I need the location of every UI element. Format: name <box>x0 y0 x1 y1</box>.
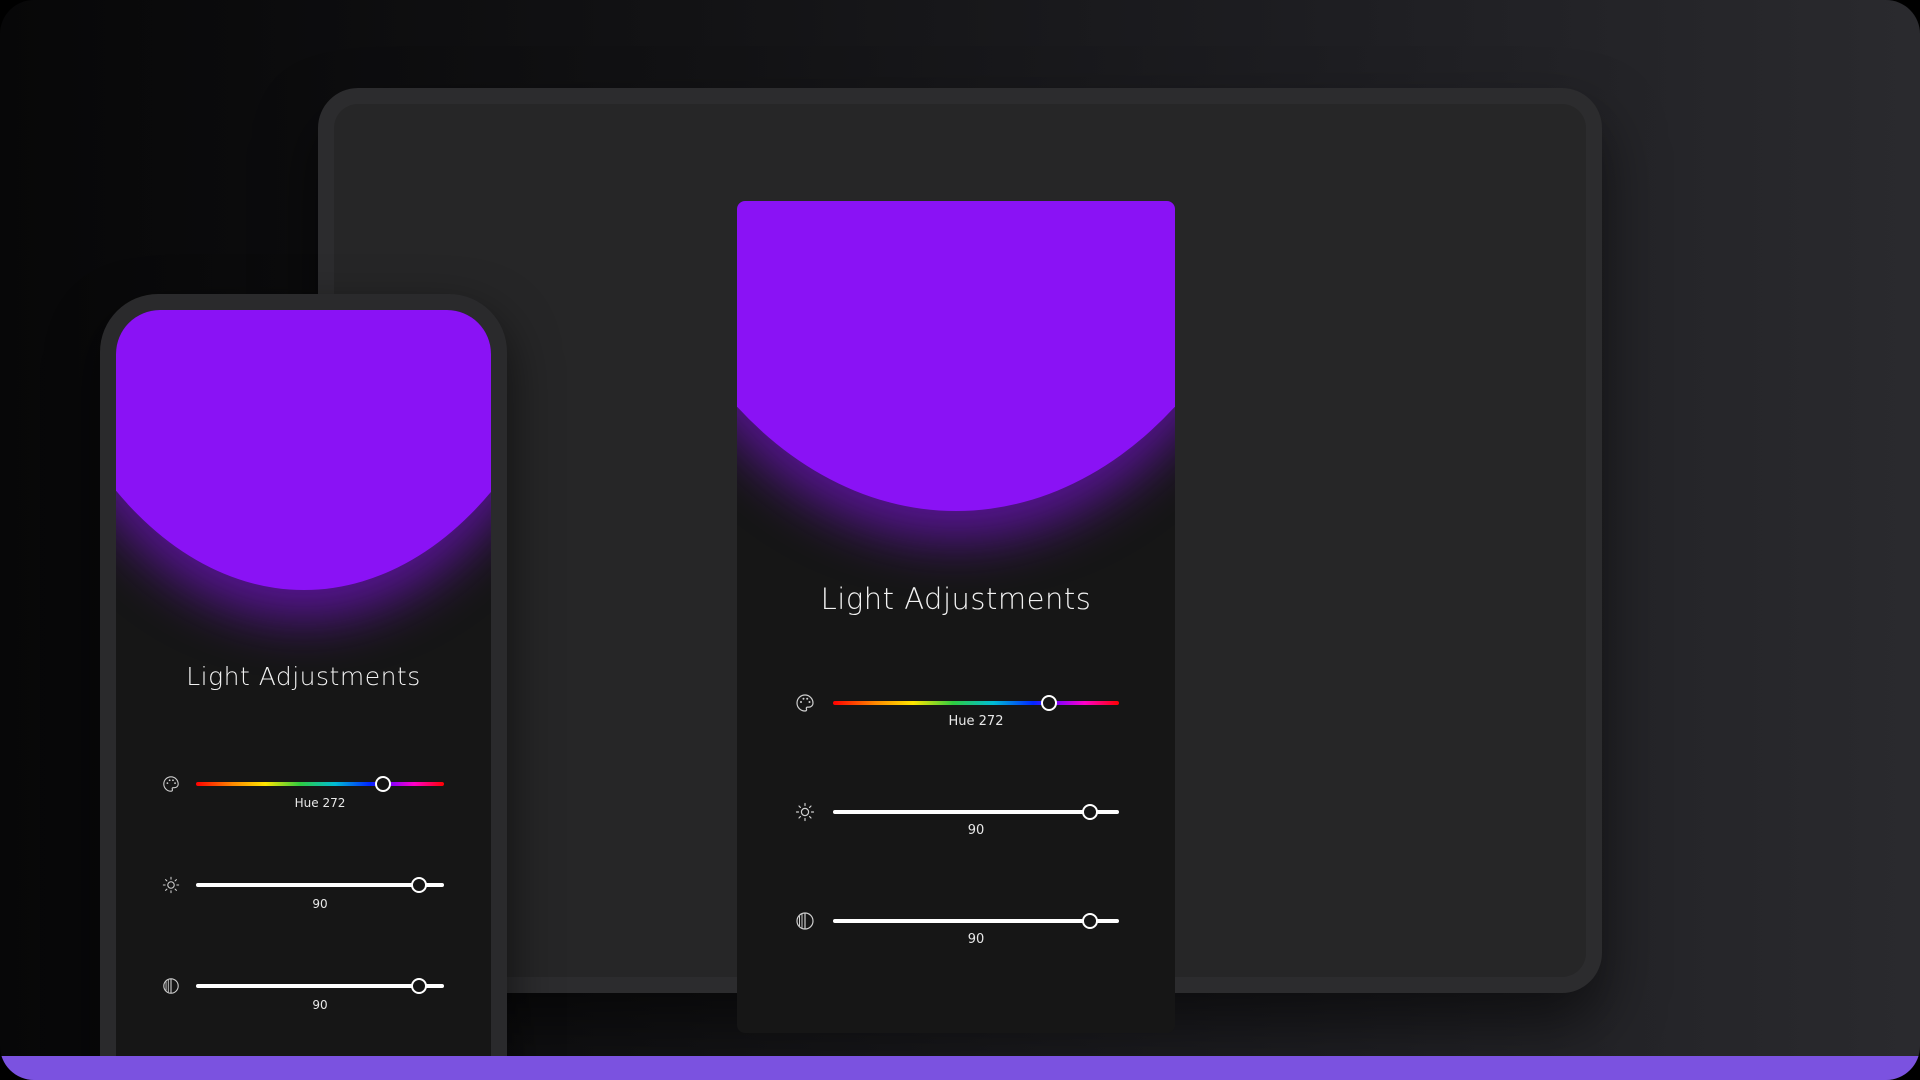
contrast-icon <box>793 909 817 933</box>
light-adjustments-panel: Light Adjustments Hue 272 90 90 <box>737 201 1175 1033</box>
color-preview-hero <box>116 310 491 670</box>
brightness-value-label: 90 <box>967 823 985 838</box>
palette-icon <box>160 773 182 795</box>
contrast-value-label: 90 <box>312 998 328 1012</box>
hue-value-label: Hue 272 <box>294 796 346 810</box>
color-preview-arc <box>116 310 491 590</box>
contrast-slider-track[interactable] <box>196 984 444 988</box>
hue-slider-track[interactable] <box>833 701 1119 705</box>
brightness-slider-thumb[interactable] <box>411 877 428 893</box>
light-adjustments-panel-phone: Light Adjustments Hue 272 90 90 <box>116 310 491 1080</box>
phone-device: Light Adjustments Hue 272 90 90 <box>100 294 507 1080</box>
brightness-slider-thumb[interactable] <box>1082 804 1099 820</box>
tablet-content-layer: Light Adjustments Hue 272 90 90 <box>318 88 1602 1033</box>
contrast-slider-thumb[interactable] <box>1082 913 1099 929</box>
contrast-slider-thumb[interactable] <box>411 978 428 994</box>
hue-slider-thumb[interactable] <box>1041 695 1058 711</box>
panel-title: Light Adjustments <box>186 662 421 691</box>
sun-icon <box>160 874 182 896</box>
brightness-slider-track[interactable] <box>833 810 1119 814</box>
palette-icon <box>793 691 817 715</box>
contrast-value-label: 90 <box>967 932 985 947</box>
contrast-slider-track[interactable] <box>833 919 1119 923</box>
contrast-icon <box>160 975 182 997</box>
bottom-accent-bar <box>0 1056 1920 1080</box>
brightness-value-label: 90 <box>312 897 328 911</box>
canvas-background: Light Adjustments Hue 272 90 90 Light Ad… <box>0 0 1920 1080</box>
color-preview-hero <box>737 201 1175 601</box>
hue-value-label: Hue 272 <box>948 714 1004 729</box>
brightness-slider-track[interactable] <box>196 883 444 887</box>
hue-slider-track[interactable] <box>196 782 444 786</box>
panel-title: Light Adjustments <box>820 582 1092 616</box>
color-preview-arc <box>737 201 1175 511</box>
hue-slider-thumb[interactable] <box>375 776 392 792</box>
sun-icon <box>793 800 817 824</box>
